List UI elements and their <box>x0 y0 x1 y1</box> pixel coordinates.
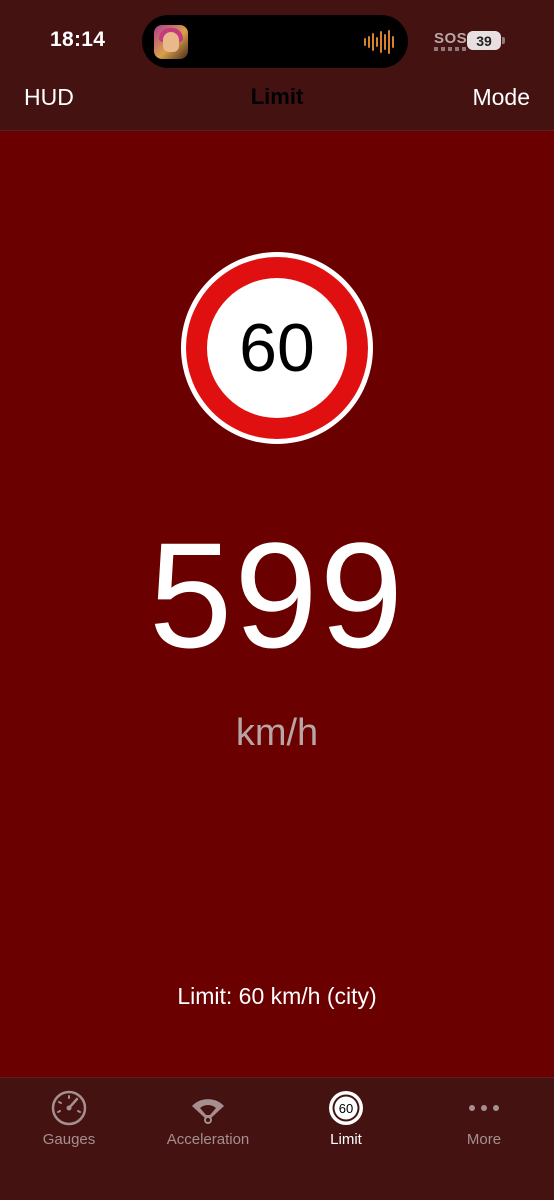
sos-indicator: SOS <box>434 30 468 47</box>
battery-tip <box>502 37 505 44</box>
battery-icon: 39 <box>467 31 501 50</box>
speed-limit-sign: 60 <box>181 252 373 444</box>
tab-bar: Gauges Acceleration 60 Limit More <box>0 1077 554 1200</box>
mode-button[interactable]: Mode <box>472 84 530 111</box>
acceleration-icon <box>192 1099 224 1124</box>
gauge-icon <box>51 1090 87 1126</box>
speed-limit-sign-value: 60 <box>207 278 347 418</box>
dynamic-island[interactable] <box>142 15 408 68</box>
limit-description: Limit: 60 km/h (city) <box>177 983 377 1009</box>
tab-gauges[interactable]: Gauges <box>0 1088 138 1148</box>
page-title: Limit <box>250 84 304 109</box>
tab-gauges-label: Gauges <box>42 1131 96 1148</box>
status-time: 18:14 <box>50 28 106 51</box>
current-speed: 599 <box>148 511 406 679</box>
tab-limit-label: Limit <box>330 1131 362 1148</box>
tab-more[interactable]: More <box>415 1088 553 1148</box>
tab-acceleration-label: Acceleration <box>166 1131 250 1148</box>
audio-waveform-icon <box>364 30 394 54</box>
speed-unit: km/h <box>235 712 319 754</box>
top-bar: 18:14 SOS 39 HUD Limit Mode <box>0 0 554 131</box>
speed-limit-icon: 60 <box>329 1091 363 1125</box>
speed-limit-icon-text: 60 <box>339 1101 353 1116</box>
now-playing-app-icon[interactable] <box>154 25 188 59</box>
tab-acceleration[interactable]: Acceleration <box>139 1088 277 1148</box>
tab-limit[interactable]: 60 Limit <box>277 1088 415 1148</box>
more-icon <box>469 1105 499 1111</box>
tab-more-label: More <box>466 1131 502 1148</box>
signal-icon <box>434 47 466 51</box>
